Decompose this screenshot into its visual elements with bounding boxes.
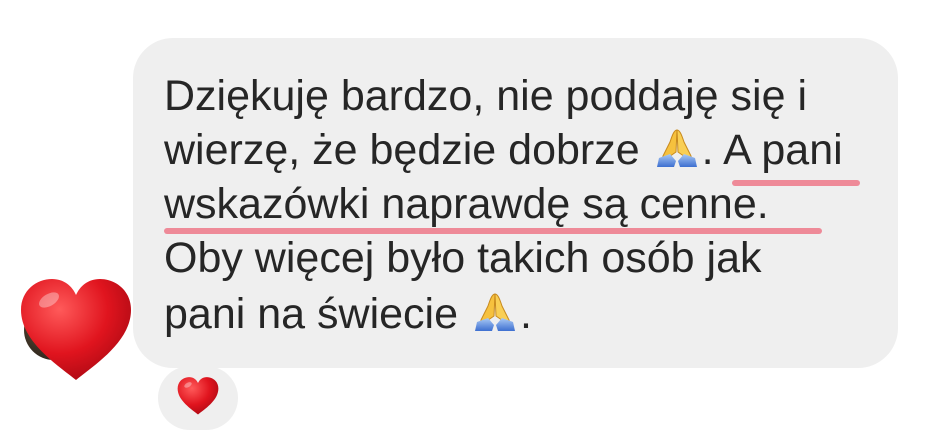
message-line-3: wskazówki naprawdę są cenne.	[164, 180, 769, 228]
message-line-4: Oby więcej było takich osób jak	[164, 234, 762, 282]
message-line-5-start: pani na świecie	[164, 290, 470, 338]
red-heart-icon	[176, 376, 220, 421]
red-heart-icon	[17, 276, 135, 384]
message-line-2-start: wierzę, że będzie dobrze	[164, 126, 652, 174]
message-line-2: wierzę, że będzie dobrze . A pani	[164, 124, 843, 180]
message-line-1: Dziękuję bardzo, nie poddaję się i	[164, 72, 808, 120]
message-line-5-end: .	[519, 290, 532, 338]
folded-hands-emoji	[654, 128, 700, 180]
folded-hands-emoji	[472, 292, 518, 344]
reaction-badge[interactable]	[158, 366, 238, 430]
text-highlight	[164, 228, 822, 234]
text-highlight	[732, 180, 860, 186]
message-line-2-end: . A pani	[701, 126, 843, 174]
message-line-5: pani na świecie .	[164, 288, 532, 344]
